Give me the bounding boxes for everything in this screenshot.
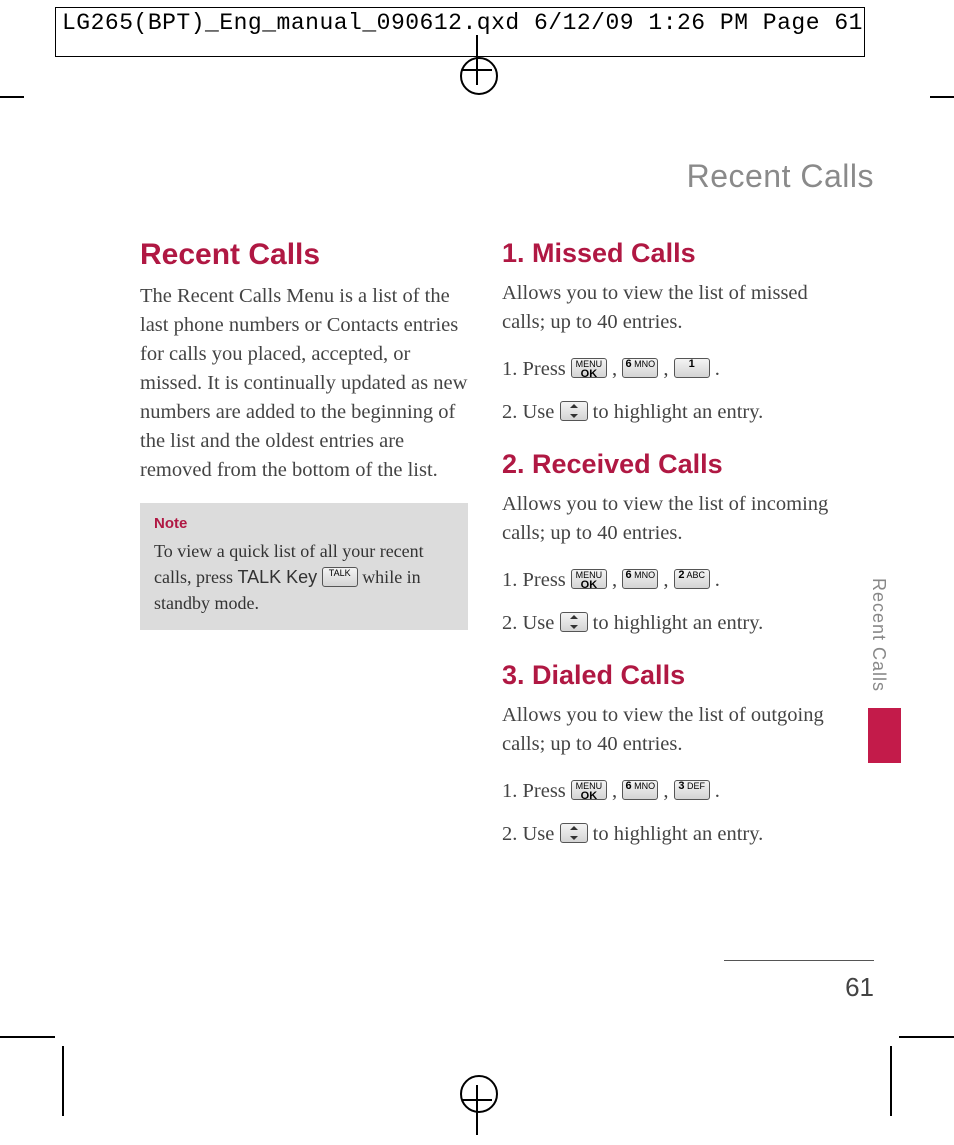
section-heading-missed: 1. Missed Calls: [502, 238, 830, 269]
nav-key-icon: [560, 823, 588, 843]
dialed-desc: Allows you to view the list of outgoing …: [502, 701, 830, 759]
section-heading-recent-calls: Recent Calls: [140, 238, 468, 272]
trim-mark: [930, 96, 954, 98]
step-text: 2. Use: [502, 401, 560, 423]
trim-mark: [899, 1036, 954, 1038]
menu-ok-key-icon: MENUOK: [571, 780, 607, 800]
dialed-step-2: 2. Use to highlight an entry.: [502, 820, 830, 849]
step-text: 1. Press: [502, 569, 571, 591]
page-number: 61: [845, 972, 874, 1003]
side-tab-label: Recent Calls: [868, 570, 889, 700]
trim-mark: [62, 1046, 64, 1116]
one-key-icon: 1: [674, 358, 710, 378]
six-key-icon: 6 MNO: [622, 358, 658, 378]
sep: ,: [658, 569, 673, 591]
sep: ,: [607, 569, 622, 591]
menu-ok-key-icon: MENUOK: [571, 569, 607, 589]
menu-ok-key-icon: MENUOK: [571, 358, 607, 378]
note-body: To view a quick list of all your recent …: [154, 538, 454, 616]
missed-step-1: 1. Press MENUOK , 6 MNO , 1 .: [502, 355, 830, 384]
side-tab-color-bar: [868, 708, 901, 763]
note-label: Note: [154, 515, 454, 532]
period: .: [710, 569, 720, 591]
sep: ,: [658, 780, 673, 802]
talk-key-icon: TALK: [322, 567, 358, 587]
folio-rule: [724, 960, 874, 961]
received-step-1: 1. Press MENUOK , 6 MNO , 2 ABC .: [502, 566, 830, 595]
step-text: 1. Press: [502, 358, 571, 380]
two-key-icon: 2 ABC: [674, 569, 710, 589]
right-column: 1. Missed Calls Allows you to view the l…: [502, 238, 830, 863]
nav-key-icon: [560, 401, 588, 421]
nav-key-icon: [560, 612, 588, 632]
trim-mark: [890, 1046, 892, 1116]
sep: ,: [607, 358, 622, 380]
manual-page: LG265(BPT)_Eng_manual_090612.qxd 6/12/09…: [0, 0, 954, 1145]
intro-paragraph: The Recent Calls Menu is a list of the l…: [140, 282, 468, 485]
section-heading-received: 2. Received Calls: [502, 449, 830, 480]
registration-mark-bottom: [476, 1111, 478, 1135]
note-box: Note To view a quick list of all your re…: [140, 503, 468, 630]
trim-mark: [0, 96, 24, 98]
period: .: [710, 358, 720, 380]
sep: ,: [658, 358, 673, 380]
side-tab: Recent Calls: [868, 570, 901, 780]
running-head: Recent Calls: [687, 158, 874, 195]
left-column: Recent Calls The Recent Calls Menu is a …: [140, 238, 468, 863]
content-columns: Recent Calls The Recent Calls Menu is a …: [140, 238, 830, 863]
step-text: 1. Press: [502, 780, 571, 802]
missed-desc: Allows you to view the list of missed ca…: [502, 279, 830, 337]
print-slug: LG265(BPT)_Eng_manual_090612.qxd 6/12/09…: [62, 10, 863, 36]
step-text: 2. Use: [502, 823, 560, 845]
received-step-2: 2. Use to highlight an entry.: [502, 609, 830, 638]
registration-mark-top: [476, 35, 478, 59]
period: .: [710, 780, 720, 802]
trim-mark: [0, 1036, 55, 1038]
six-key-icon: 6 MNO: [622, 569, 658, 589]
dialed-step-1: 1. Press MENUOK , 6 MNO , 3 DEF .: [502, 777, 830, 806]
sep: ,: [607, 780, 622, 802]
six-key-icon: 6 MNO: [622, 780, 658, 800]
section-heading-dialed: 3. Dialed Calls: [502, 660, 830, 691]
step-tail: to highlight an entry.: [588, 401, 764, 423]
three-key-icon: 3 DEF: [674, 780, 710, 800]
step-text: 2. Use: [502, 612, 560, 634]
step-tail: to highlight an entry.: [588, 823, 764, 845]
received-desc: Allows you to view the list of incoming …: [502, 490, 830, 548]
step-tail: to highlight an entry.: [588, 612, 764, 634]
missed-step-2: 2. Use to highlight an entry.: [502, 398, 830, 427]
talk-key-text: TALK Key: [237, 567, 317, 587]
